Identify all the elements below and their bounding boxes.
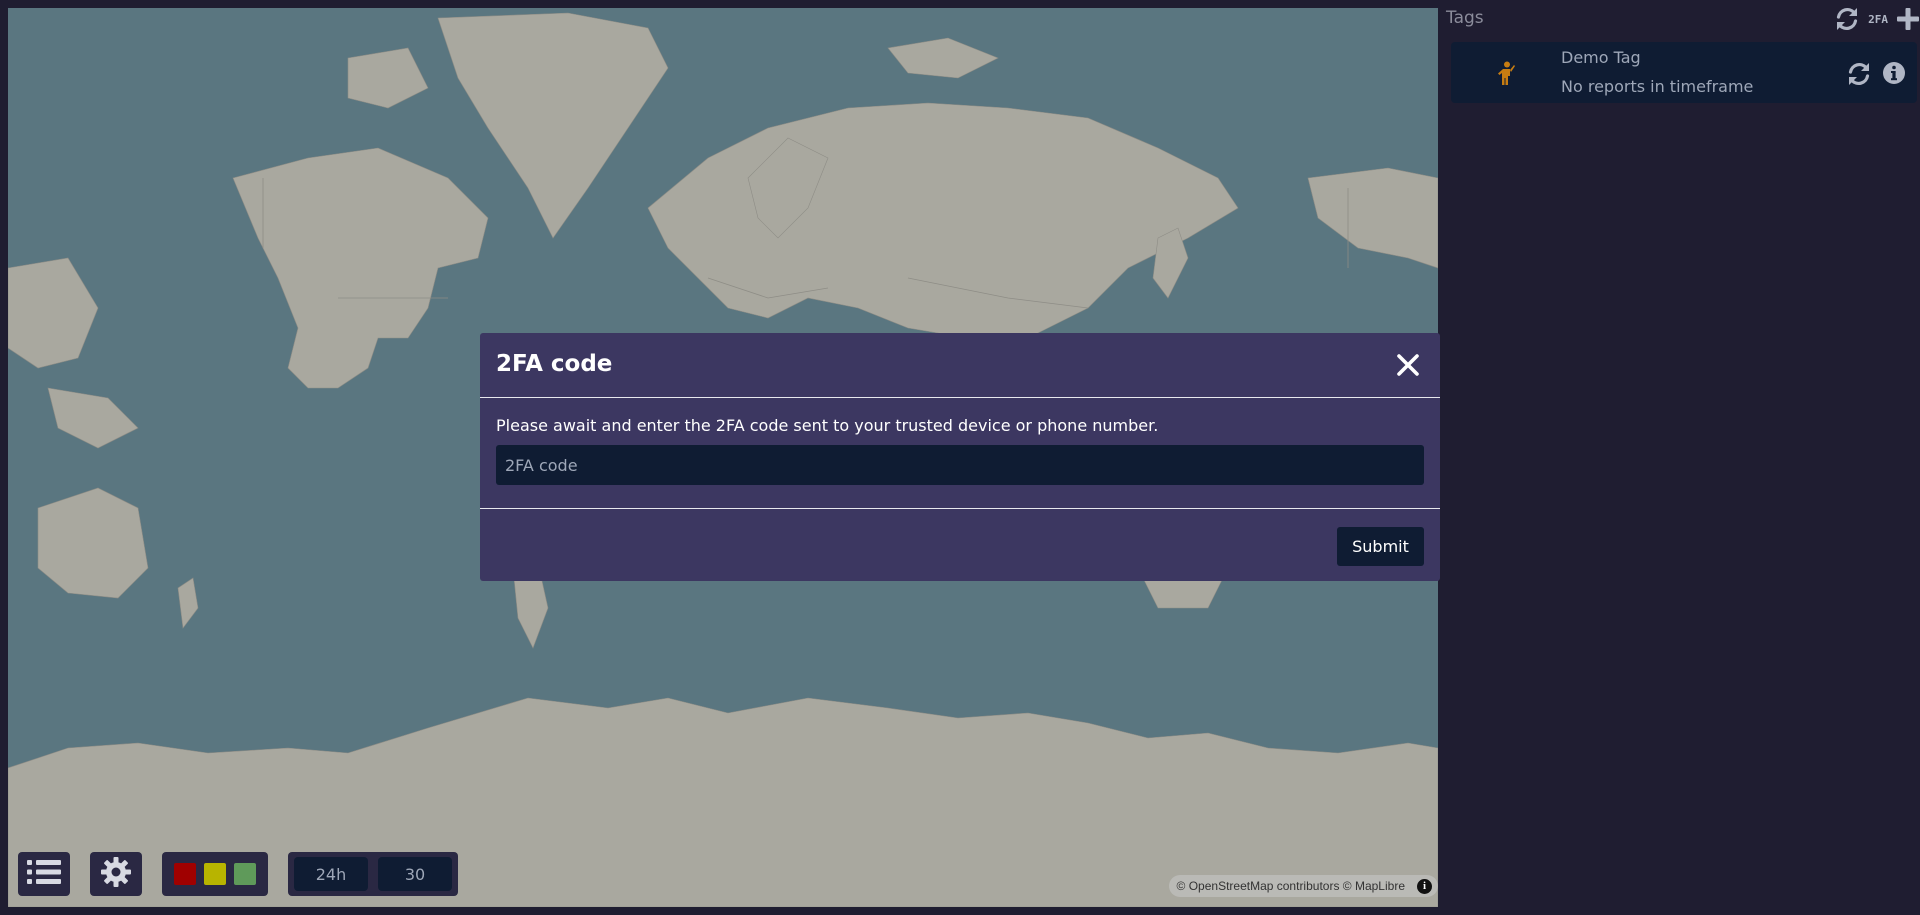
person-icon (1497, 61, 1515, 89)
status-green-toggle[interactable] (234, 863, 256, 885)
plus-icon[interactable] (1896, 7, 1920, 31)
dialog-footer-divider (480, 508, 1440, 509)
twofa-button[interactable]: 2FA (1868, 13, 1888, 26)
list-button[interactable] (18, 852, 70, 896)
dialog-header-divider (480, 397, 1440, 398)
tag-refresh-icon[interactable] (1846, 61, 1872, 91)
submit-button[interactable]: Submit (1337, 527, 1424, 566)
time-window-select[interactable]: 24h (294, 857, 368, 891)
tag-name: Demo Tag (1561, 48, 1641, 67)
settings-button[interactable] (90, 852, 142, 896)
gear-icon (100, 856, 132, 892)
dialog-message: Please await and enter the 2FA code sent… (496, 416, 1159, 435)
tags-sidebar: Tags 2FA Demo Tag No reports in timefram… (1438, 0, 1920, 915)
status-red-toggle[interactable] (174, 863, 196, 885)
close-icon[interactable] (1396, 353, 1420, 381)
list-icon (27, 858, 61, 890)
sidebar-header-actions: 2FA (1834, 6, 1920, 32)
tag-info-icon[interactable] (1882, 61, 1906, 89)
tag-status: No reports in timeframe (1561, 77, 1754, 96)
count-select[interactable]: 30 (378, 857, 452, 891)
twofa-dialog: 2FA code Please await and enter the 2FA … (480, 333, 1440, 581)
time-controls: 24h 30 (288, 852, 458, 896)
status-filter (162, 852, 268, 896)
attribution-info-icon[interactable]: i (1417, 878, 1432, 894)
attribution-text: © OpenStreetMap contributors © MapLibre (1176, 879, 1405, 893)
refresh-all-icon[interactable] (1834, 6, 1860, 32)
tag-card[interactable]: Demo Tag No reports in timeframe (1451, 42, 1917, 103)
sidebar-title: Tags (1446, 8, 1484, 28)
twofa-code-input[interactable] (496, 445, 1424, 485)
map-attribution: © OpenStreetMap contributors © MapLibre … (1168, 875, 1438, 897)
dialog-title: 2FA code (496, 351, 613, 377)
status-yellow-toggle[interactable] (204, 863, 226, 885)
